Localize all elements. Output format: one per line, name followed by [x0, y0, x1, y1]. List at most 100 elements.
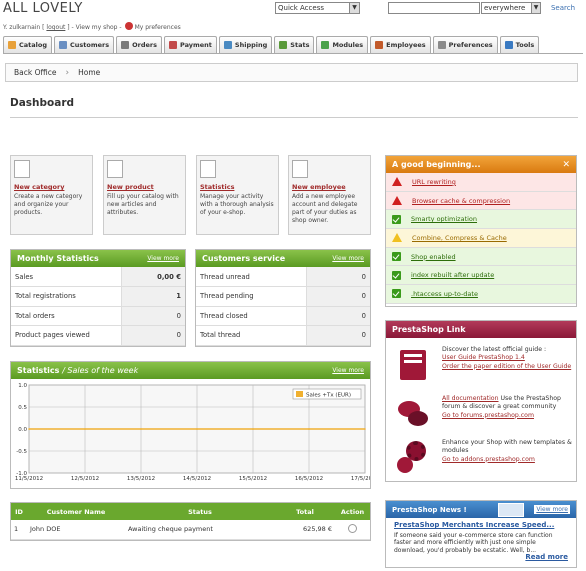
user-guide-link[interactable]: User Guide PrestaShop 1.4 [442, 354, 572, 362]
check-icon [392, 270, 401, 280]
chart-icon [200, 160, 216, 178]
news-headline[interactable]: PrestaShop Merchants Increase Speed... [394, 521, 568, 530]
panel-header: PrestaShop Link [386, 321, 576, 338]
document-icon [14, 160, 30, 178]
tab-modules[interactable]: Modules [316, 36, 369, 53]
search-button[interactable]: Search [545, 2, 581, 14]
tab-divider [3, 53, 583, 54]
quick-link-title[interactable]: New category [14, 183, 89, 191]
panel-header: Customers service View more [196, 250, 370, 267]
quick-link-title[interactable]: Statistics [200, 183, 275, 191]
quick-link-title[interactable]: New employee [292, 183, 367, 191]
tab-payment[interactable]: Payment [163, 36, 217, 53]
y-tick-label: 0.0 [18, 427, 27, 433]
guide-intro: Discover the latest official guide : [442, 346, 547, 353]
panel-title: PrestaShop News ! [392, 505, 467, 514]
data-point [364, 428, 366, 430]
panel-title: PrestaShop Link [392, 325, 466, 334]
data-point [84, 428, 86, 430]
sales-chart: 1.00.50.0-0.5-1.011/5/2012 12/5/2012 13/5/… [15, 383, 379, 482]
statistics-panel: Statistics / Sales of the week View more… [10, 361, 379, 489]
table-header-row: ID Customer Name Status Total Action [11, 503, 370, 520]
tools-icon [504, 41, 513, 49]
quick-link-statistics[interactable]: Statistics Manage your activity with a t… [196, 155, 279, 235]
prestashop-link-panel: PrestaShop Link Discover the latest offi… [385, 320, 577, 482]
panel-header: A good beginning... ✕ [386, 156, 576, 173]
forum-section: All documentation Use the PrestaShop for… [394, 395, 572, 433]
y-tick-label: 0.5 [18, 405, 27, 411]
column-header: Customer Name [27, 503, 125, 520]
shipping-icon [223, 41, 232, 49]
view-details-icon[interactable] [348, 523, 357, 533]
tab-employees[interactable]: Employees [370, 36, 431, 53]
divider [10, 117, 578, 118]
search-scope-select[interactable]: everywhere ▼ [481, 2, 541, 14]
panel-header: PrestaShop News ! View more [386, 501, 576, 518]
check-combine-compress: Combine, Compress & Cache [386, 229, 576, 248]
preferences-link[interactable]: My preferences [135, 24, 181, 31]
good-beginning-panel: A good beginning... ✕ URL rewriting Brow… [385, 155, 577, 307]
tab-tools[interactable]: Tools [499, 36, 540, 53]
tab-catalog[interactable]: Catalog [3, 36, 52, 53]
column-header: ID [11, 503, 27, 520]
table-row: Thread closed 0 [196, 306, 370, 326]
books-icon [394, 346, 432, 384]
view-shop-link[interactable]: View my shop [76, 24, 118, 31]
y-tick-label: 1.0 [18, 383, 27, 389]
logout-link[interactable]: logout [46, 24, 65, 31]
employees-icon [375, 41, 384, 49]
tab-orders[interactable]: Orders [116, 36, 162, 53]
chevron-down-icon: ▼ [349, 3, 359, 13]
forum-link[interactable]: Go to forums.prestashop.com [442, 412, 572, 420]
orders-table: ID Customer Name Status Total Action 1 J… [11, 503, 370, 540]
panel-header: Statistics / Sales of the week View more [11, 362, 370, 379]
tab-customers[interactable]: Customers [54, 36, 115, 53]
check-index-rebuilt: index rebuilt after update [386, 266, 576, 286]
table-row: Product pages viewed 0 [11, 325, 185, 346]
tab-shipping[interactable]: Shipping [218, 36, 273, 53]
search-input[interactable] [388, 2, 480, 14]
paper-edition-link[interactable]: Order the paper edition of the User Guid… [442, 363, 572, 371]
view-more-link[interactable]: View more [332, 367, 364, 374]
x-tick-label: 13/5/2012 [127, 476, 155, 482]
product-icon [107, 160, 123, 178]
breadcrumb-back-office[interactable]: Back Office [14, 68, 56, 77]
header: ALL LOVELY Y. zulkarnain [ logout ] - Vi… [0, 0, 586, 34]
check-icon [392, 252, 401, 262]
quick-link-title[interactable]: New product [107, 183, 182, 191]
check-htaccess: .htaccess up-to-date [386, 285, 576, 304]
quick-link-new-product[interactable]: New product Fill up your catalog with ne… [103, 155, 186, 235]
tab-stats[interactable]: Stats [274, 36, 315, 53]
x-tick-label: 16/5/2012 [295, 476, 323, 482]
data-point [28, 428, 30, 430]
close-icon[interactable]: ✕ [562, 160, 570, 170]
prestashop-news-panel: PrestaShop News ! View more PrestaShop M… [385, 500, 577, 568]
table-row: Thread pending 0 [196, 286, 370, 307]
check-smarty: Smarty optimization [386, 210, 576, 230]
tab-preferences[interactable]: Preferences [432, 36, 498, 53]
quick-link-new-employee[interactable]: New employee Add a new employee account … [288, 155, 371, 235]
search-scope-value: everywhere [484, 4, 526, 12]
quick-link-new-category[interactable]: New category Create a new category and o… [10, 155, 93, 235]
addons-link[interactable]: Go to addons.prestashop.com [442, 456, 572, 464]
preferences-icon [124, 22, 133, 30]
user-icon [292, 160, 308, 178]
quick-link-desc: Create a new category and organize your … [14, 193, 83, 216]
view-more-link[interactable]: View more [534, 505, 570, 514]
check-browser-cache: Browser cache & compression [386, 191, 576, 211]
panel-title: Customers service [202, 254, 286, 263]
orders-panel: ID Customer Name Status Total Action 1 J… [10, 502, 371, 541]
panel-title: A good beginning... [392, 160, 481, 169]
quick-access-value: Quick Access [278, 4, 324, 12]
quick-link-desc: Add a new employee account and delegate … [292, 193, 358, 224]
check-url-rewriting: URL rewriting [386, 173, 576, 192]
monthly-stats-table: Sales 0,00 € Total registrations 1 Total o… [11, 267, 185, 346]
page-title: Dashboard [10, 97, 75, 109]
data-point [196, 428, 198, 430]
view-more-link[interactable]: View more [147, 255, 179, 262]
quick-access-select[interactable]: Quick Access ▼ [275, 2, 360, 14]
view-more-link[interactable]: View more [332, 255, 364, 262]
documentation-link[interactable]: All documentation [442, 395, 499, 402]
chevron-down-icon: ▼ [531, 3, 540, 13]
read-more-link[interactable]: Read more [394, 553, 568, 562]
